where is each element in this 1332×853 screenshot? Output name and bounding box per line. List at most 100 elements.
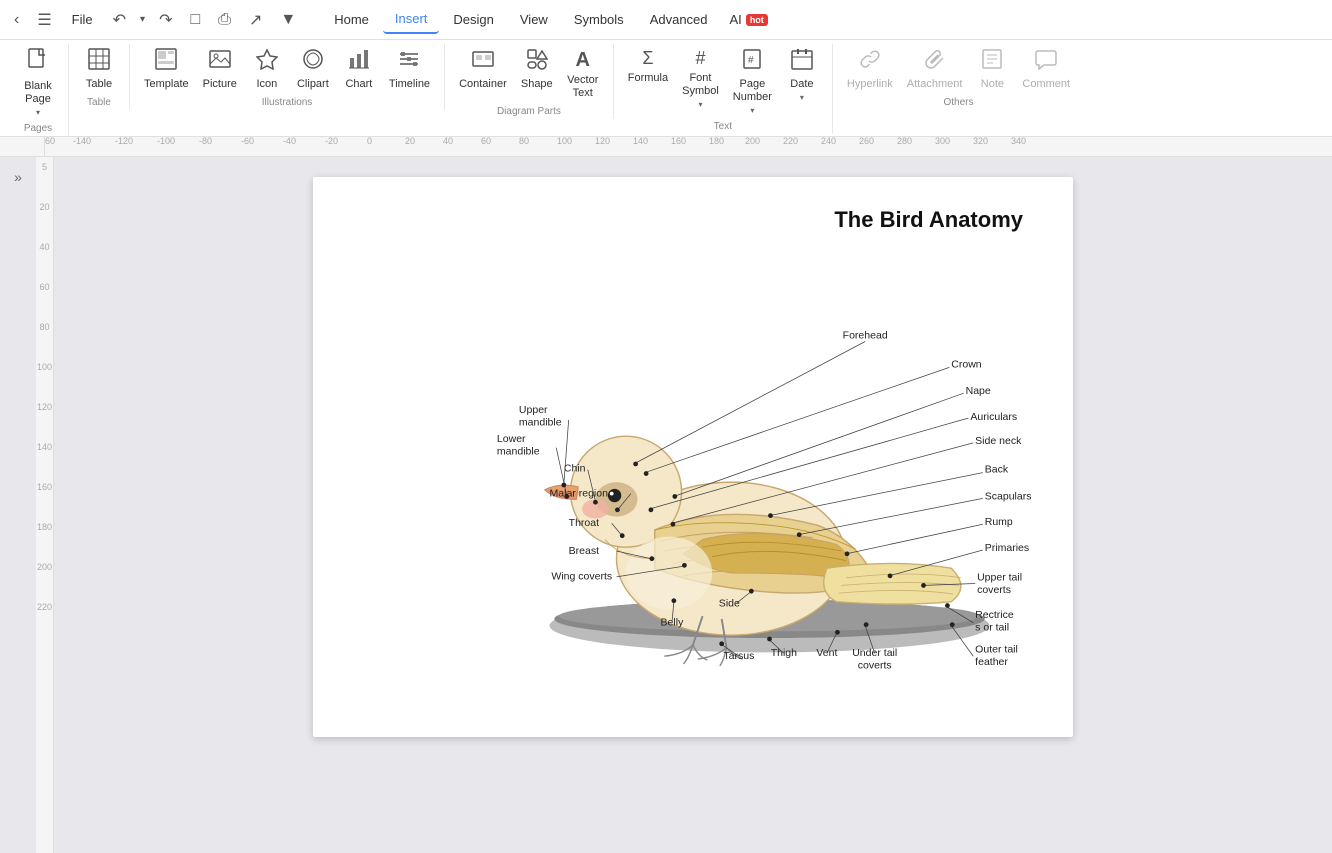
vector-text-label: VectorText <box>567 74 598 100</box>
v-ruler: 5 20 40 60 80 100 120 140 160 180 200 22… <box>36 157 54 853</box>
export-button[interactable]: ↗ <box>243 6 268 34</box>
ribbon-group-others: Hyperlink Attachment Note <box>833 44 1084 110</box>
svg-text:#: # <box>748 55 754 66</box>
svg-text:Wing coverts: Wing coverts <box>551 571 612 583</box>
svg-text:Auriculars: Auriculars <box>970 411 1017 423</box>
svg-text:Scapulars: Scapulars <box>985 491 1032 503</box>
template-button[interactable]: Template <box>138 44 195 95</box>
attachment-icon <box>924 48 946 76</box>
redo-button[interactable]: ↷ <box>153 6 178 34</box>
tab-insert[interactable]: Insert <box>383 5 440 34</box>
comment-icon <box>1035 48 1057 76</box>
vector-text-button[interactable]: A VectorText <box>561 44 605 104</box>
hyperlink-label: Hyperlink <box>847 78 893 91</box>
undo-button[interactable]: ↶ <box>107 6 132 34</box>
picture-label: Picture <box>203 78 237 91</box>
text-group-label: Text <box>714 121 732 134</box>
tab-view[interactable]: View <box>508 6 560 33</box>
ribbon-group-illustrations: Template Picture Icon <box>130 44 445 110</box>
table-group-label: Table <box>87 97 111 110</box>
timeline-button[interactable]: Timeline <box>383 44 436 95</box>
bird-svg: .label-text { font-size: 11px; font-fami… <box>343 243 1043 683</box>
hot-badge: hot <box>746 14 768 26</box>
comment-label: Comment <box>1022 78 1070 91</box>
ribbon-items: BlankPage ▾ Pages Table Table <box>8 44 1324 136</box>
undo-dropdown[interactable]: ▾ <box>134 10 151 29</box>
hyperlink-button[interactable]: Hyperlink <box>841 44 899 95</box>
ribbon-group-others-items: Hyperlink Attachment Note <box>841 44 1076 95</box>
shape-button[interactable]: Shape <box>515 44 559 95</box>
main-area: » 5 20 40 60 80 100 120 140 160 180 200 … <box>0 157 1332 853</box>
tab-design[interactable]: Design <box>441 6 505 33</box>
others-group-label: Others <box>944 97 974 110</box>
svg-text:s or tail: s or tail <box>975 622 1009 634</box>
ribbon-group-table: Table Table <box>69 44 130 110</box>
pages-group-label: Pages <box>24 123 52 136</box>
blank-page-button[interactable]: BlankPage ▾ <box>16 44 60 121</box>
tab-home[interactable]: Home <box>322 6 381 33</box>
font-symbol-icon: # <box>695 48 705 70</box>
date-label: Date <box>790 78 813 91</box>
svg-text:Upper: Upper <box>519 405 548 417</box>
hamburger-menu[interactable]: ☰ <box>31 6 57 34</box>
comment-button[interactable]: Comment <box>1016 44 1076 95</box>
print-button[interactable]: ⎙ <box>212 7 237 33</box>
container-button[interactable]: Container <box>453 44 513 95</box>
svg-text:coverts: coverts <box>977 584 1011 596</box>
table-icon <box>88 48 110 76</box>
container-icon <box>472 48 494 76</box>
table-button[interactable]: Table <box>77 44 121 95</box>
tab-advanced[interactable]: Advanced <box>638 6 720 33</box>
icon-button[interactable]: Icon <box>245 44 289 95</box>
svg-text:Outer tail: Outer tail <box>975 644 1018 656</box>
more-button[interactable]: ▼ <box>274 7 302 33</box>
svg-text:Breast: Breast <box>569 545 599 557</box>
ribbon-group-diagram-parts: Container Shape A VectorText Diagram Par… <box>445 44 614 119</box>
tab-ai[interactable]: AI hot <box>722 8 776 31</box>
diagram-parts-group-label: Diagram Parts <box>497 106 561 119</box>
page-number-button[interactable]: # PageNumber ▾ <box>727 44 778 119</box>
page-number-icon: # <box>741 48 763 76</box>
canvas-area[interactable]: The Bird Anatomy .label-text { font-size… <box>54 157 1332 853</box>
ribbon-group-illustrations-items: Template Picture Icon <box>138 44 436 95</box>
svg-text:Rectrice: Rectrice <box>975 609 1014 621</box>
formula-button[interactable]: Σ Formula <box>622 44 674 89</box>
chart-icon <box>348 48 370 76</box>
picture-button[interactable]: Picture <box>197 44 243 95</box>
svg-text:Throat: Throat <box>569 518 599 530</box>
clipart-label: Clipart <box>297 78 329 91</box>
ribbon-group-diagram-items: Container Shape A VectorText <box>453 44 605 104</box>
font-symbol-arrow: ▾ <box>698 100 702 109</box>
undo-redo-group: ↶ ▾ ↷ <box>107 6 179 34</box>
tab-symbols[interactable]: Symbols <box>562 6 636 33</box>
ribbon: BlankPage ▾ Pages Table Table <box>0 40 1332 137</box>
menu-bar-left: ‹ ☰ File ↶ ▾ ↷ □ ⎙ ↗ ▼ <box>8 6 302 34</box>
font-symbol-button[interactable]: # FontSymbol ▾ <box>676 44 725 113</box>
ribbon-group-pages: BlankPage ▾ Pages <box>8 44 69 136</box>
diagram-title: The Bird Anatomy <box>343 207 1043 233</box>
save-button[interactable]: □ <box>184 7 206 33</box>
ribbon-group-pages-items: BlankPage ▾ <box>16 44 60 121</box>
note-label: Note <box>981 78 1004 91</box>
hyperlink-icon <box>859 48 881 76</box>
template-label: Template <box>144 78 189 91</box>
font-symbol-label: FontSymbol <box>682 72 719 98</box>
menu-tabs: Home Insert Design View Symbols Advanced… <box>322 5 776 34</box>
svg-text:Back: Back <box>985 464 1009 476</box>
svg-text:mandible: mandible <box>497 446 540 458</box>
date-button[interactable]: Date ▾ <box>780 44 824 106</box>
chart-button[interactable]: Chart <box>337 44 381 95</box>
back-button[interactable]: ‹ <box>8 7 25 33</box>
panel-toggle-button[interactable]: » <box>10 165 26 189</box>
svg-text:Nape: Nape <box>966 386 991 398</box>
timeline-icon <box>398 48 420 76</box>
table-label: Table <box>86 78 112 91</box>
page-number-label: PageNumber <box>733 78 772 104</box>
clipart-button[interactable]: Clipart <box>291 44 335 95</box>
svg-text:Malar region: Malar region <box>550 488 609 500</box>
svg-text:Chin: Chin <box>564 463 586 475</box>
note-button[interactable]: Note <box>970 44 1014 95</box>
file-menu[interactable]: File <box>64 8 101 31</box>
formula-icon: Σ <box>642 48 653 70</box>
attachment-button[interactable]: Attachment <box>901 44 969 95</box>
